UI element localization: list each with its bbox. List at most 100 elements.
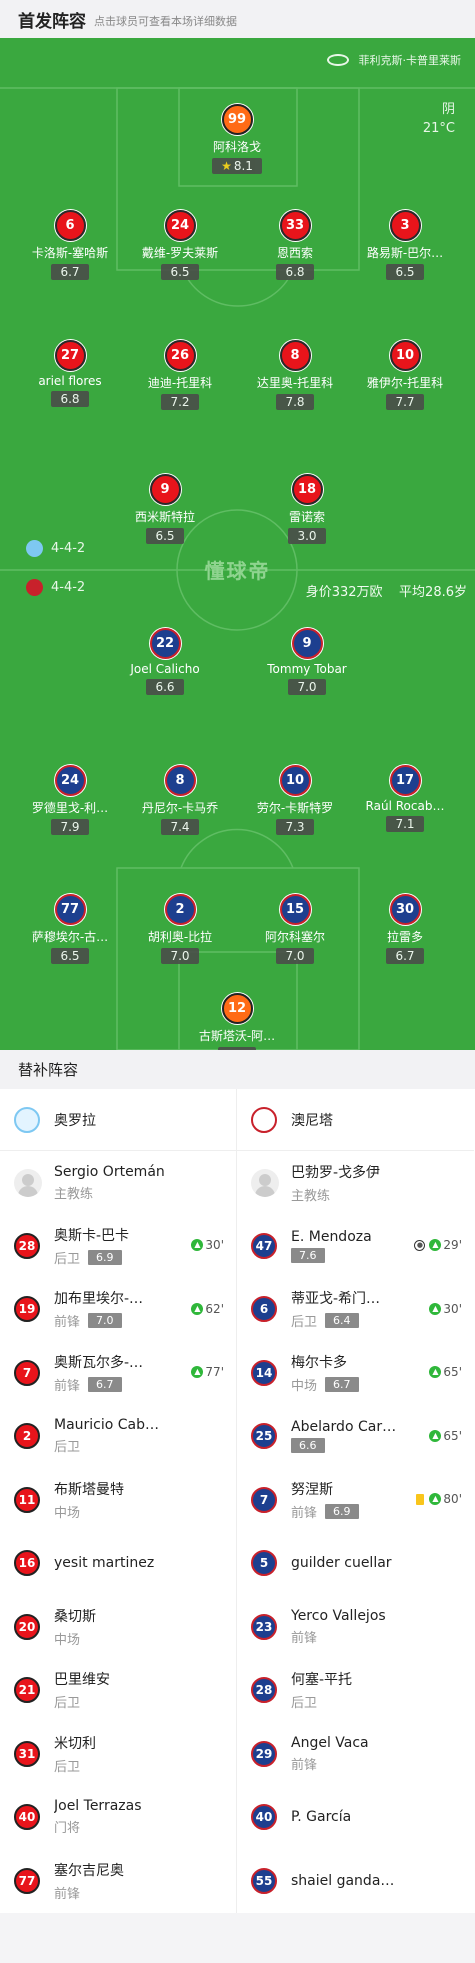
player-away-10[interactable]: 10 劳尔-卡斯特罗 7.3 — [235, 765, 355, 835]
player-number: 30 — [389, 894, 421, 925]
player-home-33[interactable]: 33 恩西索 6.8 — [235, 210, 355, 280]
substitutes-columns: 奥罗拉 Sergio Ortemán 主教练 28 奥斯卡-巴卡 后卫 6.9 ▲ 30'… — [0, 1089, 475, 1913]
home-team-row[interactable]: 奥罗拉 — [0, 1089, 236, 1151]
sub-number: 77 — [14, 1867, 40, 1894]
sub-number: 20 — [14, 1613, 40, 1640]
player-rating: 7.7 — [386, 394, 424, 410]
player-rating: 6.8 — [276, 264, 314, 280]
player-home-10[interactable]: 10 雅伊尔-托里科 7.7 — [345, 340, 465, 410]
player-number: 6 — [54, 210, 86, 241]
sub-row[interactable]: 19 加布里埃尔-… 前锋 7.0 ▲ 62' — [0, 1278, 236, 1342]
player-away-17[interactable]: 17 Raúl Rocab… 7.1 — [345, 765, 465, 832]
away-team-avg-age: 平均28.6岁 — [399, 585, 467, 600]
sub-row[interactable]: 6 蒂亚戈-希门… 后卫 6.4 ▲ 30' — [237, 1278, 474, 1342]
sub-row[interactable]: 14 梅尔卡多 中场 6.7 ▲ 65' — [237, 1341, 474, 1405]
sub-row[interactable]: 23 Yerco Vallejos 前锋 — [237, 1595, 474, 1659]
player-away-77[interactable]: 77 萨穆埃尔-古… 6.5 — [10, 894, 130, 964]
sub-row[interactable]: 31 米切利 后卫 — [0, 1722, 236, 1786]
player-away-8[interactable]: 8 丹尼尔-卡马乔 7.4 — [120, 765, 240, 835]
sub-in-indicator: ● ▲ 29' — [414, 1238, 462, 1252]
sub-number: 29 — [251, 1740, 277, 1767]
sub-number: 28 — [14, 1232, 40, 1259]
home-formation: 4-4-2 — [26, 540, 85, 557]
player-rating: 6.5 — [386, 264, 424, 280]
player-away-15[interactable]: 15 阿尔科塞尔 7.0 — [235, 894, 355, 964]
sub-info: Mauricio Cabral 后卫 — [54, 1417, 236, 1455]
substitutes-section: 替补阵容 奥罗拉 Sergio Ortemán 主教练 28 奥斯卡-巴卡 后卫 6.… — [0, 1050, 475, 1913]
player-away-30[interactable]: 30 拉雷多 6.7 — [345, 894, 465, 964]
player-home-9[interactable]: 9 西米斯特拉 6.5 — [105, 474, 225, 544]
sub-in-indicator: ▲ 80' — [416, 1492, 462, 1506]
player-rating-value: 7.2 — [170, 395, 190, 409]
player-rating: ★ 8.1 — [212, 158, 262, 174]
player-away-22[interactable]: 22 Joel Calicho 6.6 — [105, 628, 225, 695]
sub-row[interactable]: 29 Angel Vaca 前锋 — [237, 1722, 474, 1786]
sub-number: 28 — [251, 1677, 277, 1704]
player-name: 拉雷多 — [386, 930, 423, 944]
player-name: 路易斯-巴尔… — [366, 246, 444, 260]
sub-position-line: 后卫 — [54, 1692, 236, 1711]
yellow-card-icon — [416, 1493, 425, 1505]
sub-name: E. Mendoza — [291, 1228, 372, 1245]
player-home-3[interactable]: 3 路易斯-巴尔… 6.5 — [345, 210, 465, 280]
sub-row[interactable]: 55 shaiel gandari… — [237, 1849, 474, 1913]
home-coach-name: Sergio Ortemán — [54, 1163, 165, 1180]
player-rating-value: 8.1 — [233, 159, 253, 173]
sub-row[interactable]: 16 yesit martinez — [0, 1532, 236, 1596]
sub-row[interactable]: 11 布斯塔曼特 中场 — [0, 1468, 236, 1532]
player-away-12[interactable]: 12古斯塔沃-阿…6.7 — [177, 993, 297, 1050]
player-home-18[interactable]: 18 雷诺索 3.0 — [247, 474, 367, 544]
sub-position: 后卫 — [54, 1696, 81, 1712]
player-home-24[interactable]: 24 戴维-罗夫莱斯 6.5 — [120, 210, 240, 280]
away-team-stats: 身价332万欧 平均28.6岁 — [306, 581, 467, 600]
sub-position: 前锋 — [291, 1757, 318, 1773]
player-home-8[interactable]: 8 达里奥-托里科 7.8 — [235, 340, 355, 410]
home-coach-row[interactable]: Sergio Ortemán 主教练 — [0, 1151, 236, 1214]
sub-row[interactable]: 40 Joel Terrazas 门将 — [0, 1786, 236, 1850]
player-rating-value: 6.8 — [285, 265, 305, 279]
sub-in-minute: 65' — [443, 1428, 462, 1443]
away-coach-row[interactable]: 巴勃罗-戈多伊 主教练 — [237, 1151, 474, 1214]
player-rating-value: 7.4 — [170, 820, 190, 834]
sub-row[interactable]: 21 巴里维安 后卫 — [0, 1659, 236, 1723]
sub-in-minute: 77' — [205, 1365, 224, 1379]
away-team-logo-icon — [251, 1106, 277, 1133]
away-team-row[interactable]: 澳尼塔 — [237, 1089, 474, 1151]
sub-row[interactable]: 7 奥斯瓦尔多-… 前锋 6.7 ▲ 77' — [0, 1341, 236, 1405]
player-rating-value: 7.9 — [60, 820, 80, 834]
sub-row[interactable]: 25 Abelardo Carl… 6.6 ▲ 65' — [237, 1405, 474, 1469]
home-subs-column: 奥罗拉 Sergio Ortemán 主教练 28 奥斯卡-巴卡 后卫 6.9 ▲ 30'… — [0, 1089, 237, 1913]
sub-in-indicator: ▲ 62' — [191, 1302, 224, 1316]
player-away-9[interactable]: 9 Tommy Tobar 7.0 — [247, 628, 367, 695]
sub-row[interactable]: 28 何塞-平托 后卫 — [237, 1659, 474, 1723]
sub-row[interactable]: 47 E. Mendoza 7.6 ● ▲ 29' — [237, 1214, 474, 1278]
sub-in-minute: 65' — [443, 1365, 462, 1379]
sub-row[interactable]: 20 桑切斯 中场 — [0, 1595, 236, 1659]
player-number: 33 — [279, 210, 311, 241]
player-away-24[interactable]: 24 罗德里戈-利… 7.9 — [10, 765, 130, 835]
player-home-6[interactable]: 6 卡洛斯-塞哈斯 6.7 — [10, 210, 130, 280]
player-home-26[interactable]: 26 迪迪-托里科 7.2 — [120, 340, 240, 410]
player-rating: 7.0 — [276, 948, 314, 964]
sub-in-icon: ▲ — [429, 1239, 442, 1251]
sub-name: guilder cuellar — [291, 1555, 392, 1572]
sub-row[interactable]: 2 Mauricio Cabral 后卫 — [0, 1405, 236, 1469]
sub-number: 16 — [14, 1550, 40, 1577]
player-home-99[interactable]: 99 阿科洛戈 ★ 8.1 — [177, 104, 297, 174]
sub-row[interactable]: 7 努涅斯 前锋 6.9 ▲ 80' — [237, 1468, 474, 1532]
player-home-27[interactable]: 27 ariel flores 6.8 — [10, 340, 130, 407]
sub-row[interactable]: 40 P. García — [237, 1786, 474, 1850]
player-name: 萨穆埃尔-古… — [31, 930, 109, 944]
sub-row[interactable]: 5 guilder cuellar — [237, 1532, 474, 1596]
sub-row[interactable]: 77 塞尔吉尼奥 前锋 — [0, 1849, 236, 1913]
player-away-2[interactable]: 2 胡利奥-比拉 7.0 — [120, 894, 240, 964]
sub-name: 努涅斯 — [291, 1481, 333, 1498]
sub-row[interactable]: 28 奥斯卡-巴卡 后卫 6.9 ▲ 30' — [0, 1214, 236, 1278]
player-rating-value: 7.3 — [285, 820, 305, 834]
sub-info: 米切利 后卫 — [54, 1733, 236, 1775]
sub-info: Yerco Vallejos 前锋 — [291, 1608, 474, 1646]
sub-number: 55 — [251, 1867, 277, 1894]
sub-number: 6 — [251, 1296, 277, 1323]
sub-in-minute: 30' — [443, 1301, 462, 1316]
sub-in-icon: ▲ — [429, 1366, 442, 1378]
